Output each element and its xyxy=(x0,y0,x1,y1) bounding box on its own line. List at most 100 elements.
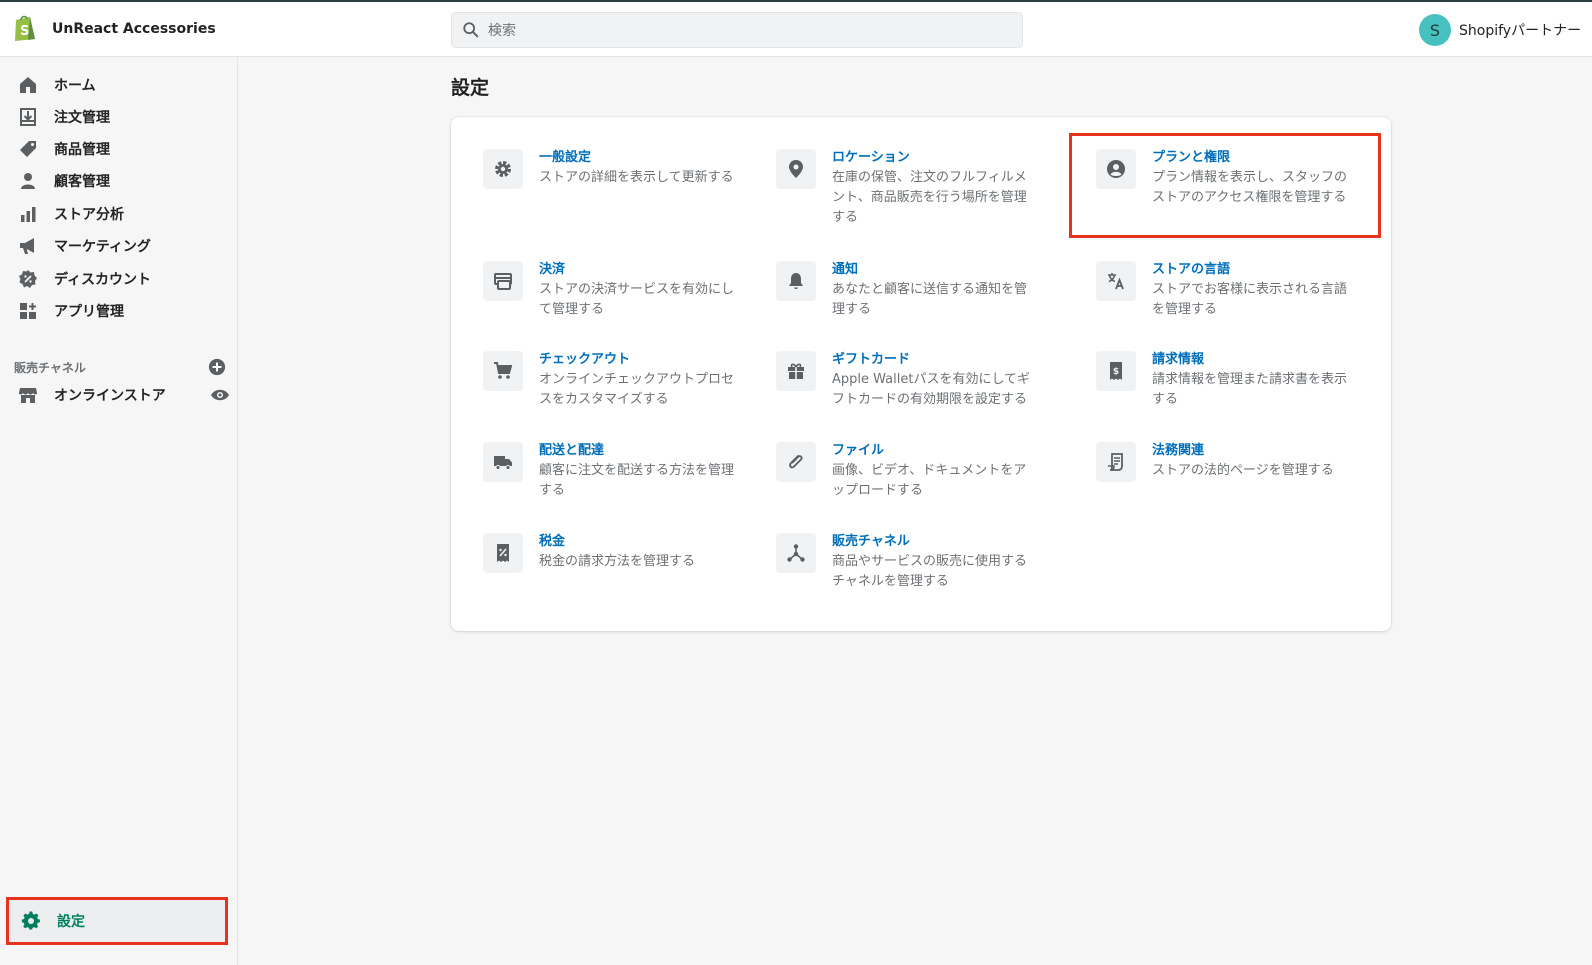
sidebar: ホーム 注文管理 商品管理 顧客管理 ストア分析 マーケティング ディスカウント… xyxy=(0,57,238,965)
cart-icon xyxy=(494,362,513,379)
setting-notifications[interactable]: 通知 あなたと顧客に送信する通知を管理する xyxy=(776,261,1032,320)
setting-icon-box xyxy=(483,261,523,301)
setting-title[interactable]: 一般設定 xyxy=(539,149,739,167)
setting-icon-box xyxy=(776,351,816,391)
setting-desc: ストアの詳細を表示して更新する xyxy=(539,170,734,185)
search-icon xyxy=(463,22,479,38)
sidebar-item-apps[interactable]: アプリ管理 xyxy=(0,295,237,327)
sidebar-item-label: 商品管理 xyxy=(54,142,110,158)
sidebar-item-analytics[interactable]: ストア分析 xyxy=(0,198,237,230)
sidebar-item-marketing[interactable]: マーケティング xyxy=(0,230,237,262)
sidebar-item-settings[interactable]: 設定 xyxy=(6,897,228,945)
settings-label: 設定 xyxy=(57,914,85,930)
setting-shipping[interactable]: 配送と配達 顧客に注文を配送する方法を管理する xyxy=(483,442,739,501)
setting-title[interactable]: ロケーション xyxy=(832,149,1032,167)
setting-icon-box xyxy=(776,442,816,482)
sales-channels-header: 販売チャネル xyxy=(14,357,226,377)
setting-desc: ストアでお客様に表示される言語を管理する xyxy=(1152,282,1348,317)
sidebar-item-products[interactable]: 商品管理 xyxy=(0,133,237,165)
setting-checkout[interactable]: チェックアウト オンラインチェックアウトプロセスをカスタマイズする xyxy=(483,351,739,410)
setting-title[interactable]: 販売チャネル xyxy=(832,533,1032,551)
legal-icon xyxy=(1108,453,1123,471)
sidebar-item-label: ディスカウント xyxy=(54,272,152,288)
setting-title[interactable]: 通知 xyxy=(832,261,1032,279)
setting-title[interactable]: チェックアウト xyxy=(539,351,739,369)
setting-desc: オンラインチェックアウトプロセスをカスタマイズする xyxy=(539,372,735,407)
setting-desc: 顧客に注文を配送する方法を管理する xyxy=(539,463,735,498)
store-name[interactable]: UnReact Accessories xyxy=(52,21,216,37)
setting-title[interactable]: 法務関連 xyxy=(1152,442,1352,460)
setting-icon-box xyxy=(776,533,816,573)
bell-icon xyxy=(789,273,803,289)
sidebar-item-orders[interactable]: 注文管理 xyxy=(0,101,237,133)
setting-locations[interactable]: ロケーション 在庫の保管、注文のフルフィルメント、商品販売を行う場所を管理する xyxy=(776,149,1032,228)
orders-icon xyxy=(20,108,36,126)
svg-text:S: S xyxy=(20,24,29,39)
setting-title[interactable]: 税金 xyxy=(539,533,739,551)
billing-icon: $ xyxy=(1110,362,1122,380)
avatar: S xyxy=(1419,14,1451,46)
sidebar-item-online-store[interactable]: オンラインストア xyxy=(0,379,230,411)
tag-icon xyxy=(20,141,36,157)
sidebar-item-label: ストア分析 xyxy=(54,207,124,223)
truck-icon xyxy=(494,456,512,470)
user-name: Shopifyパートナー xyxy=(1459,23,1582,39)
setting-icon-box xyxy=(776,149,816,189)
gift-icon xyxy=(788,363,804,379)
user-menu[interactable]: S Shopifyパートナー xyxy=(1419,14,1581,46)
setting-title[interactable]: ストアの言語 xyxy=(1152,261,1352,279)
setting-desc: 画像、ビデオ、ドキュメントをアップロードする xyxy=(832,463,1027,498)
channels-icon xyxy=(787,544,805,562)
sidebar-item-label: オンラインストア xyxy=(54,388,166,404)
setting-desc: ストアの法的ページを管理する xyxy=(1152,463,1334,478)
top-bar: S UnReact Accessories 検索 S Shopifyパートナー xyxy=(0,0,1592,57)
setting-desc: 請求情報を管理また請求書を表示する xyxy=(1152,372,1348,407)
setting-title[interactable]: 請求情報 xyxy=(1152,351,1352,369)
highlight-plan-permissions xyxy=(1069,133,1381,238)
tax-icon xyxy=(497,544,509,562)
setting-title[interactable]: ファイル xyxy=(832,442,1032,460)
setting-taxes[interactable]: 税金 税金の請求方法を管理する xyxy=(483,533,739,573)
shopify-logo-icon[interactable]: S xyxy=(12,14,38,42)
sidebar-item-customers[interactable]: 顧客管理 xyxy=(0,165,237,197)
setting-files[interactable]: ファイル 画像、ビデオ、ドキュメントをアップロードする xyxy=(776,442,1032,501)
sidebar-item-discounts[interactable]: ディスカウント xyxy=(0,263,237,295)
setting-legal[interactable]: 法務関連 ストアの法的ページを管理する xyxy=(1096,442,1352,482)
search-input[interactable]: 検索 xyxy=(451,12,1023,48)
location-icon xyxy=(789,160,803,178)
setting-desc: 商品やサービスの販売に使用するチャネルを管理する xyxy=(832,554,1028,589)
setting-store-languages[interactable]: ストアの言語 ストアでお客様に表示される言語を管理する xyxy=(1096,261,1352,320)
translate-icon xyxy=(1108,273,1124,290)
paperclip-icon xyxy=(789,455,803,469)
eye-icon[interactable] xyxy=(210,385,230,405)
setting-desc: 税金の請求方法を管理する xyxy=(539,554,696,569)
svg-text:$: $ xyxy=(1113,367,1119,377)
setting-title[interactable]: 配送と配達 xyxy=(539,442,739,460)
store-icon xyxy=(19,388,37,403)
sidebar-item-label: アプリ管理 xyxy=(54,304,124,320)
payment-icon xyxy=(494,273,512,290)
gear-icon xyxy=(21,911,40,930)
setting-desc: Apple Walletパスを有効にしてギフトカードの有効期限を設定する xyxy=(832,372,1031,407)
setting-title[interactable]: 決済 xyxy=(539,261,739,279)
setting-payments[interactable]: 決済 ストアの決済サービスを有効にして管理する xyxy=(483,261,739,320)
setting-icon-box xyxy=(483,533,523,573)
setting-gift-cards[interactable]: ギフトカード Apple Walletパスを有効にしてギフトカードの有効期限を設… xyxy=(776,351,1032,410)
sidebar-item-home[interactable]: ホーム xyxy=(0,69,237,101)
setting-icon-box xyxy=(1096,261,1136,301)
discount-icon xyxy=(19,270,37,288)
add-circle-icon[interactable] xyxy=(208,358,226,376)
setting-general[interactable]: 一般設定 ストアの詳細を表示して更新する xyxy=(483,149,739,189)
setting-sales-channels[interactable]: 販売チャネル 商品やサービスの販売に使用するチャネルを管理する xyxy=(776,533,1032,592)
megaphone-icon xyxy=(20,238,34,254)
setting-billing[interactable]: $ 請求情報 請求情報を管理また請求書を表示する xyxy=(1096,351,1352,410)
gear-icon xyxy=(495,161,511,177)
setting-icon-box xyxy=(483,442,523,482)
setting-icon-box xyxy=(776,261,816,301)
home-icon xyxy=(20,77,36,93)
sidebar-item-label: マーケティング xyxy=(54,239,151,255)
setting-icon-box xyxy=(1096,442,1136,482)
setting-icon-box: $ xyxy=(1096,351,1136,391)
sales-channels-label: 販売チャネル xyxy=(14,360,86,375)
setting-title[interactable]: ギフトカード xyxy=(832,351,1032,369)
